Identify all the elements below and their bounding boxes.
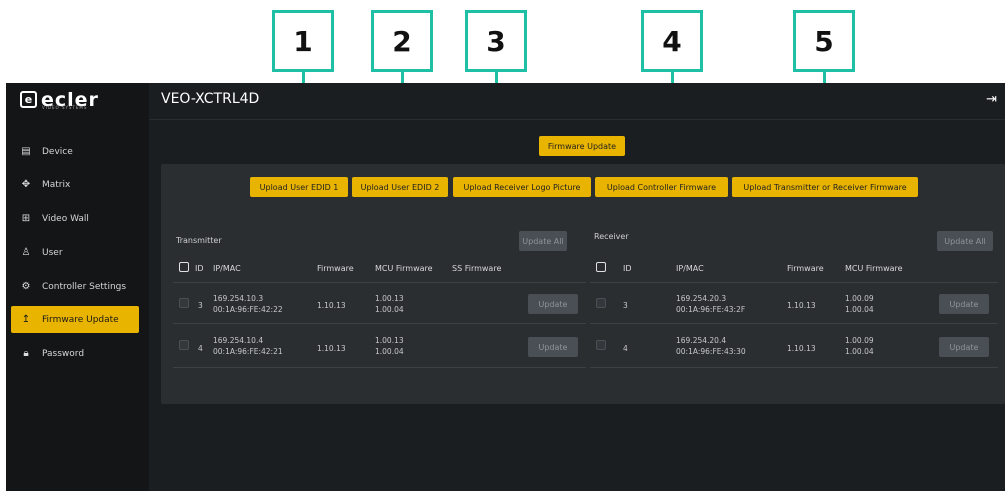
- rx-header-divider: [590, 282, 998, 283]
- rx-row-id: 4: [623, 344, 628, 353]
- sidebar-item-firmware-update[interactable]: ↥ Firmware Update: [11, 306, 139, 333]
- rx-row-ip: 169.254.20.3: [676, 294, 727, 303]
- rx-row-mac: 00:1A:96:FE:43:30: [676, 347, 746, 356]
- tx-row-divider: [173, 323, 586, 324]
- tx-row-update-button[interactable]: Update: [528, 337, 578, 357]
- rx-row-update-button[interactable]: Update: [939, 337, 989, 357]
- transmitter-update-all-button[interactable]: Update All: [519, 231, 567, 251]
- sidebar-item-label: User: [42, 247, 63, 258]
- transmitter-title: Transmitter: [176, 236, 222, 245]
- top-bar: VEO-XCTRL4D ⇥: [149, 83, 1005, 120]
- sidebar-item-label: Controller Settings: [42, 281, 127, 292]
- rx-row-ip: 169.254.20.4: [676, 336, 727, 345]
- tx-col-ss: SS Firmware: [452, 264, 502, 273]
- rx-row-id: 3: [623, 301, 628, 310]
- receiver-update-all-button[interactable]: Update All: [937, 231, 993, 251]
- tx-row-mcu-2: 1.00.04: [375, 347, 404, 356]
- receiver-select-all-checkbox[interactable]: [596, 262, 606, 272]
- tx-row-ip: 169.254.10.4: [213, 336, 264, 345]
- callout-1: 1: [272, 10, 334, 72]
- rx-row-checkbox[interactable]: [596, 340, 606, 350]
- rx-row-divider: [590, 367, 998, 368]
- tx-row-mcu: 1.00.13: [375, 294, 404, 303]
- sidebar: e ecler VIDEO SYSTEMS ▤ Device ✥ Matrix …: [6, 83, 149, 491]
- sidebar-item-user[interactable]: ♙ User: [11, 239, 139, 266]
- matrix-icon: ✥: [21, 179, 31, 190]
- rx-col-id: ID: [623, 264, 632, 273]
- upload-controller-firmware-button[interactable]: Upload Controller Firmware: [595, 177, 728, 197]
- rx-row-firmware: 1.10.13: [787, 344, 816, 353]
- rx-row-mcu: 1.00.09: [845, 294, 874, 303]
- sidebar-item-matrix[interactable]: ✥ Matrix: [11, 171, 139, 198]
- tx-col-firmware: Firmware: [317, 264, 354, 273]
- sidebar-item-label: Device: [42, 146, 73, 157]
- rx-row-divider: [590, 323, 998, 324]
- tx-header-divider: [173, 282, 586, 283]
- tx-row-checkbox[interactable]: [179, 340, 189, 350]
- callout-4: 4: [641, 10, 703, 72]
- firmware-update-tab[interactable]: Firmware Update: [539, 136, 625, 156]
- rx-row-mcu-2: 1.00.04: [845, 347, 874, 356]
- rx-row-mcu: 1.00.09: [845, 336, 874, 345]
- user-icon: ♙: [21, 247, 31, 258]
- sidebar-item-label: Matrix: [42, 179, 71, 190]
- lock-icon: 🔒︎: [23, 348, 29, 359]
- callout-3: 3: [465, 10, 527, 72]
- sidebar-item-label: Password: [42, 348, 85, 359]
- callout-5: 5: [793, 10, 855, 72]
- upload-user-edid-1-button[interactable]: Upload User EDID 1: [250, 177, 348, 197]
- tx-col-id: ID: [195, 264, 204, 273]
- tx-row-firmware: 1.10.13: [317, 344, 346, 353]
- upload-user-edid-2-button[interactable]: Upload User EDID 2: [352, 177, 448, 197]
- tx-row-mac: 00:1A:96:FE:42:22: [213, 305, 283, 314]
- rx-row-checkbox[interactable]: [596, 298, 606, 308]
- upload-receiver-logo-button[interactable]: Upload Receiver Logo Picture: [453, 177, 591, 197]
- sidebar-item-device[interactable]: ▤ Device: [11, 138, 139, 165]
- sidebar-item-video-wall[interactable]: ⊞ Video Wall: [11, 205, 139, 232]
- tx-row-mcu: 1.00.13: [375, 336, 404, 345]
- tx-row-id: 4: [198, 344, 203, 353]
- brand-sub: VIDEO SYSTEMS: [42, 105, 88, 110]
- grid-icon: ⊞: [21, 213, 31, 224]
- logo-mark-icon: e: [20, 91, 37, 108]
- tx-row-mcu-2: 1.00.04: [375, 305, 404, 314]
- tx-row-mac: 00:1A:96:FE:42:21: [213, 347, 283, 356]
- tx-row-id: 3: [198, 301, 203, 310]
- upload-icon: ↥: [21, 314, 31, 325]
- rx-row-mac: 00:1A:96:FE:43:2F: [676, 305, 746, 314]
- device-icon: ▤: [21, 146, 31, 157]
- receiver-title: Receiver: [594, 232, 629, 241]
- firmware-panel: [161, 164, 1005, 404]
- logout-icon[interactable]: ⇥: [986, 92, 997, 107]
- tx-row-divider: [173, 367, 586, 368]
- tx-row-ip: 169.254.10.3: [213, 294, 264, 303]
- sidebar-item-label: Firmware Update: [42, 314, 119, 325]
- tx-row-checkbox[interactable]: [179, 298, 189, 308]
- tx-col-mcu: MCU Firmware: [375, 264, 433, 273]
- rx-col-firmware: Firmware: [787, 264, 824, 273]
- transmitter-select-all-checkbox[interactable]: [179, 262, 189, 272]
- rx-row-firmware: 1.10.13: [787, 301, 816, 310]
- upload-transmitter-receiver-firmware-button[interactable]: Upload Transmitter or Receiver Firmware: [732, 177, 918, 197]
- tx-row-firmware: 1.10.13: [317, 301, 346, 310]
- sidebar-item-password[interactable]: 🔒︎ Password: [11, 340, 139, 367]
- tx-col-ipmac: IP/MAC: [213, 264, 241, 273]
- app-window: e ecler VIDEO SYSTEMS ▤ Device ✥ Matrix …: [6, 83, 1005, 491]
- rx-col-ipmac: IP/MAC: [676, 264, 704, 273]
- sidebar-item-label: Video Wall: [42, 213, 89, 224]
- gear-icon: ⚙: [21, 281, 31, 292]
- rx-col-mcu: MCU Firmware: [845, 264, 903, 273]
- callout-2: 2: [371, 10, 433, 72]
- tx-row-update-button[interactable]: Update: [528, 294, 578, 314]
- rx-row-update-button[interactable]: Update: [939, 294, 989, 314]
- sidebar-item-controller-settings[interactable]: ⚙ Controller Settings: [11, 273, 139, 300]
- page-title: VEO-XCTRL4D: [161, 91, 260, 107]
- rx-row-mcu-2: 1.00.04: [845, 305, 874, 314]
